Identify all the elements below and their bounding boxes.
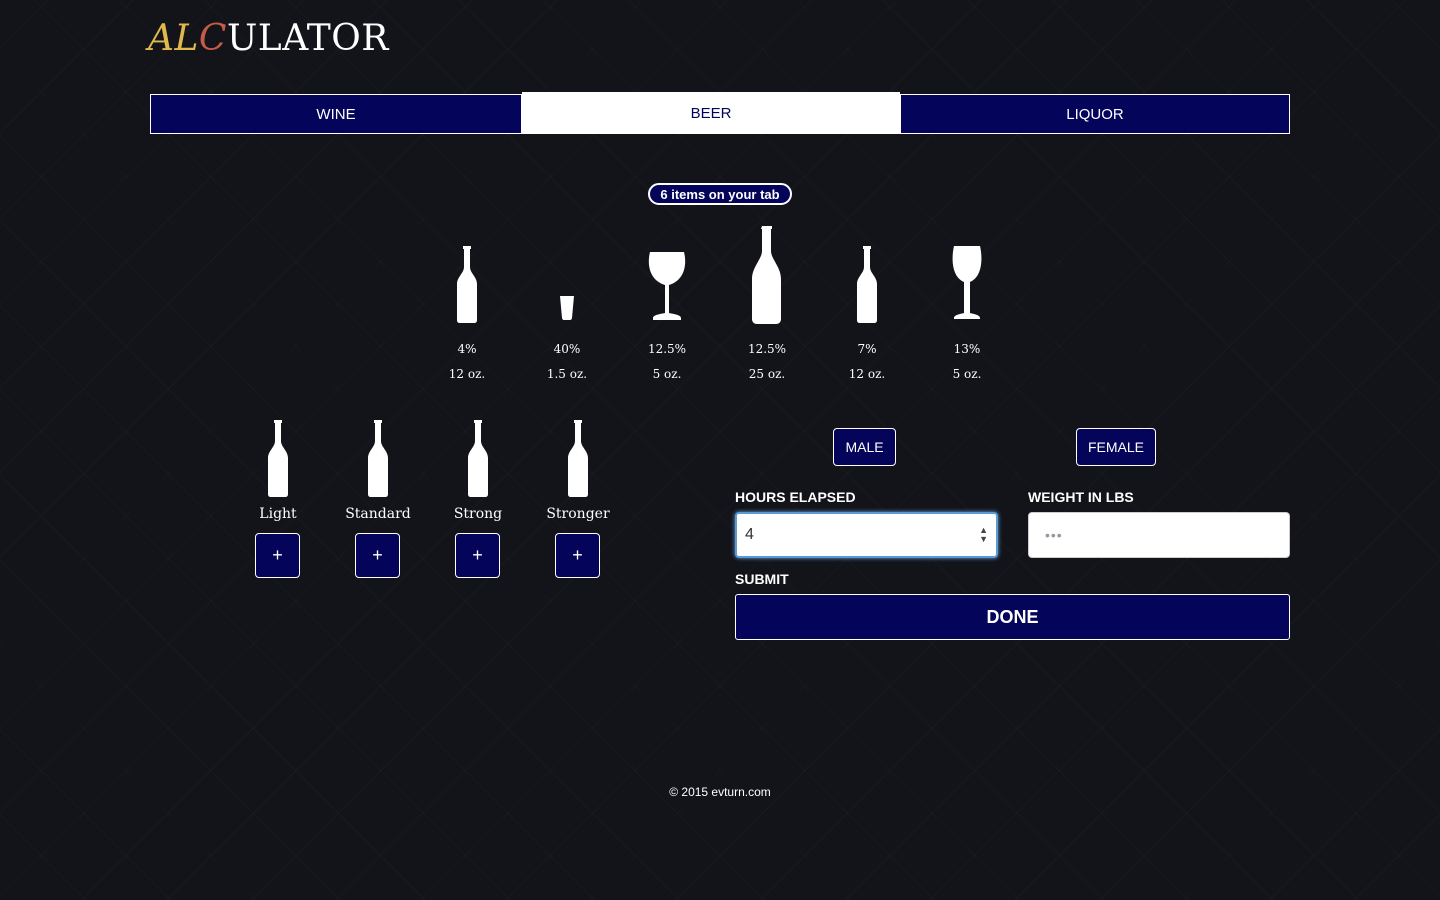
- beer-choice-label: Light: [259, 506, 297, 522]
- logo-part-c: C: [198, 18, 227, 59]
- add-standard-button[interactable]: +: [355, 533, 400, 578]
- hours-value: 4: [745, 526, 754, 543]
- beer-bottle-icon: [268, 420, 288, 497]
- abv-label: 40%: [553, 342, 581, 356]
- volume-label: 12 oz.: [448, 367, 486, 381]
- volume-label: 25 oz.: [748, 367, 786, 381]
- submit-label: SUBMIT: [735, 571, 789, 587]
- female-button[interactable]: FEMALE: [1076, 428, 1156, 466]
- weight-input[interactable]: •••: [1028, 512, 1290, 558]
- app-logo: ALCULATOR: [148, 18, 389, 59]
- add-strong-button[interactable]: +: [455, 533, 500, 578]
- volume-label: 5 oz.: [952, 367, 982, 381]
- beer-bottle-icon: [857, 246, 877, 323]
- logo-part-ulator: ULATOR: [226, 18, 389, 59]
- number-spinner-icon[interactable]: ▲ ▼: [979, 526, 988, 544]
- beer-bottle-icon: [368, 420, 388, 497]
- abv-label: 13%: [953, 342, 981, 356]
- tab-liquor[interactable]: LIQUOR: [900, 94, 1290, 134]
- beer-bottle-icon: [568, 420, 588, 497]
- shot-glass-icon: [560, 296, 574, 320]
- abv-label: 4%: [457, 342, 477, 356]
- beer-choice-label: Strong: [453, 506, 503, 522]
- beer-choice-label: Stronger: [546, 506, 610, 522]
- volume-label: 5 oz.: [652, 367, 682, 381]
- wine-glass-icon: [952, 246, 982, 319]
- done-button[interactable]: DONE: [735, 594, 1290, 640]
- wine-glass-icon: [648, 252, 686, 320]
- beer-bottle-icon: [457, 246, 477, 323]
- volume-label: 1.5 oz.: [546, 367, 588, 381]
- volume-label: 12 oz.: [848, 367, 886, 381]
- abv-label: 7%: [857, 342, 877, 356]
- add-stronger-button[interactable]: +: [555, 533, 600, 578]
- tab-wine[interactable]: WINE: [150, 94, 522, 134]
- weight-label: WEIGHT IN LBS: [1028, 489, 1134, 505]
- tab-count-badge: 6 items on your tab: [648, 183, 792, 205]
- logo-part-al: AL: [148, 18, 199, 59]
- wine-bottle-icon: [752, 226, 781, 324]
- male-button[interactable]: MALE: [833, 428, 896, 466]
- beer-bottle-icon: [468, 420, 488, 497]
- hours-elapsed-label: HOURS ELAPSED: [735, 489, 856, 505]
- add-light-button[interactable]: +: [255, 533, 300, 578]
- footer-copyright: © 2015 evturn.com: [669, 785, 771, 799]
- beer-choice-label: Standard: [345, 506, 411, 522]
- tab-beer[interactable]: BEER: [522, 92, 900, 134]
- abv-label: 12.5%: [647, 342, 687, 356]
- hours-elapsed-input[interactable]: 4 ▲ ▼: [735, 512, 998, 558]
- abv-label: 12.5%: [747, 342, 787, 356]
